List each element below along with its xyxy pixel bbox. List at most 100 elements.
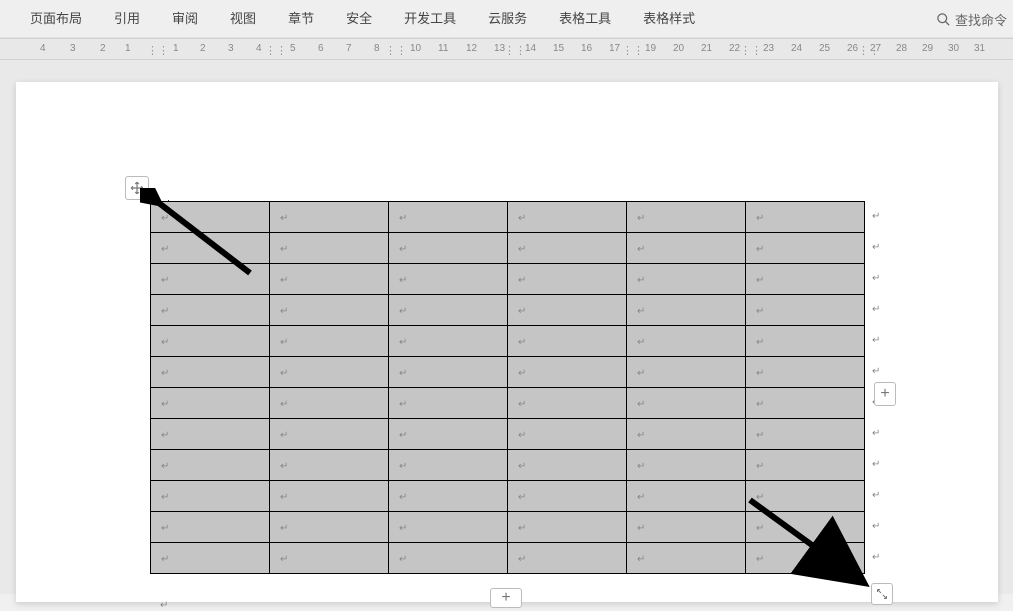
menu-item-6[interactable]: 开发工具 <box>388 0 472 38</box>
menu-item-1[interactable]: 引用 <box>98 0 156 38</box>
table-cell[interactable]: ↵ <box>746 450 865 481</box>
table-cell[interactable]: ↵ <box>627 202 746 233</box>
table-cell[interactable]: ↵ <box>508 326 627 357</box>
table-row[interactable]: ↵↵↵↵↵↵ <box>151 295 865 326</box>
table-cell[interactable]: ↵ <box>389 481 508 512</box>
table-cell[interactable]: ↵ <box>508 357 627 388</box>
table-cell[interactable]: ↵ <box>627 295 746 326</box>
table-cell[interactable]: ↵ <box>270 202 389 233</box>
table-row[interactable]: ↵↵↵↵↵↵ <box>151 264 865 295</box>
table-row[interactable]: ↵↵↵↵↵↵ <box>151 202 865 233</box>
table-row[interactable]: ↵↵↵↵↵↵ <box>151 326 865 357</box>
table-cell[interactable]: ↵ <box>746 543 865 574</box>
table-cell[interactable]: ↵ <box>508 295 627 326</box>
menu-item-7[interactable]: 云服务 <box>472 0 543 38</box>
table-cell[interactable]: ↵ <box>270 264 389 295</box>
table-cell[interactable]: ↵ <box>151 326 270 357</box>
table-cell[interactable]: ↵ <box>746 202 865 233</box>
table-resize-handle[interactable] <box>871 583 893 605</box>
table-cell[interactable]: ↵ <box>746 419 865 450</box>
table-cell[interactable]: ↵ <box>389 357 508 388</box>
table-cell[interactable]: ↵ <box>627 419 746 450</box>
menu-item-5[interactable]: 安全 <box>330 0 388 38</box>
table-cell[interactable]: ↵ <box>270 481 389 512</box>
table-cell[interactable]: ↵ <box>270 388 389 419</box>
table-cell[interactable]: ↵ <box>746 264 865 295</box>
table-cell[interactable]: ↵ <box>151 264 270 295</box>
table-cell[interactable]: ↵ <box>508 543 627 574</box>
table-cell[interactable]: ↵ <box>151 419 270 450</box>
table-cell[interactable]: ↵ <box>151 481 270 512</box>
table-cell[interactable]: ↵ <box>389 295 508 326</box>
table-cell[interactable]: ↵ <box>151 388 270 419</box>
horizontal-ruler[interactable]: 4321123456781011121314151617192021222324… <box>0 38 1013 60</box>
menu-item-9[interactable]: 表格样式 <box>627 0 711 38</box>
table-cell[interactable]: ↵ <box>746 481 865 512</box>
table-cell[interactable]: ↵ <box>151 357 270 388</box>
table-cell[interactable]: ↵ <box>627 543 746 574</box>
table-cell[interactable]: ↵ <box>389 419 508 450</box>
table-cell[interactable]: ↵ <box>627 357 746 388</box>
table-cell[interactable]: ↵ <box>389 264 508 295</box>
table-cell[interactable]: ↵ <box>746 512 865 543</box>
table-row[interactable]: ↵↵↵↵↵↵ <box>151 357 865 388</box>
table-cell[interactable]: ↵ <box>389 326 508 357</box>
table-cell[interactable]: ↵ <box>746 326 865 357</box>
table-row[interactable]: ↵↵↵↵↵↵ <box>151 233 865 264</box>
table-cell[interactable]: ↵ <box>151 202 270 233</box>
menu-item-2[interactable]: 审阅 <box>156 0 214 38</box>
table-row[interactable]: ↵↵↵↵↵↵ <box>151 481 865 512</box>
table-cell[interactable]: ↵ <box>270 543 389 574</box>
table-cell[interactable]: ↵ <box>627 264 746 295</box>
table-cell[interactable]: ↵ <box>151 543 270 574</box>
table-row[interactable]: ↵↵↵↵↵↵ <box>151 543 865 574</box>
table-cell[interactable]: ↵ <box>508 481 627 512</box>
table-row[interactable]: ↵↵↵↵↵↵ <box>151 512 865 543</box>
add-row-button[interactable]: + <box>874 382 896 406</box>
table-cell[interactable]: ↵ <box>389 450 508 481</box>
table-cell[interactable]: ↵ <box>270 512 389 543</box>
table-cell[interactable]: ↵ <box>270 357 389 388</box>
table-cell[interactable]: ↵ <box>627 326 746 357</box>
table-row[interactable]: ↵↵↵↵↵↵ <box>151 450 865 481</box>
table-cell[interactable]: ↵ <box>746 388 865 419</box>
table-cell[interactable]: ↵ <box>508 512 627 543</box>
table-cell[interactable]: ↵ <box>627 233 746 264</box>
table-cell[interactable]: ↵ <box>508 419 627 450</box>
table-cell[interactable]: ↵ <box>270 233 389 264</box>
document-table[interactable]: ↵↵↵↵↵↵↵↵↵↵↵↵↵↵↵↵↵↵↵↵↵↵↵↵↵↵↵↵↵↵↵↵↵↵↵↵↵↵↵↵… <box>150 201 865 574</box>
table-cell[interactable]: ↵ <box>270 295 389 326</box>
table-cell[interactable]: ↵ <box>151 295 270 326</box>
table-cell[interactable]: ↵ <box>627 512 746 543</box>
table-cell[interactable]: ↵ <box>389 543 508 574</box>
table-cell[interactable]: ↵ <box>508 388 627 419</box>
add-column-button[interactable]: + <box>490 588 522 608</box>
table-cell[interactable]: ↵ <box>389 202 508 233</box>
table-cell[interactable]: ↵ <box>389 233 508 264</box>
table-move-handle[interactable] <box>125 176 149 200</box>
table-cell[interactable]: ↵ <box>389 388 508 419</box>
table-cell[interactable]: ↵ <box>508 202 627 233</box>
table-cell[interactable]: ↵ <box>151 512 270 543</box>
table-cell[interactable]: ↵ <box>746 233 865 264</box>
table-cell[interactable]: ↵ <box>508 264 627 295</box>
table-row[interactable]: ↵↵↵↵↵↵ <box>151 419 865 450</box>
menu-item-4[interactable]: 章节 <box>272 0 330 38</box>
table-cell[interactable]: ↵ <box>627 450 746 481</box>
menu-item-0[interactable]: 页面布局 <box>14 0 98 38</box>
search-command[interactable]: 查找命令 <box>936 0 1007 38</box>
menu-item-3[interactable]: 视图 <box>214 0 272 38</box>
table-cell[interactable]: ↵ <box>746 357 865 388</box>
table-cell[interactable]: ↵ <box>508 450 627 481</box>
table-row[interactable]: ↵↵↵↵↵↵ <box>151 388 865 419</box>
table-cell[interactable]: ↵ <box>270 326 389 357</box>
table-cell[interactable]: ↵ <box>270 419 389 450</box>
table-cell[interactable]: ↵ <box>508 233 627 264</box>
table-cell[interactable]: ↵ <box>746 295 865 326</box>
table-cell[interactable]: ↵ <box>627 388 746 419</box>
table-cell[interactable]: ↵ <box>151 233 270 264</box>
table-cell[interactable]: ↵ <box>151 450 270 481</box>
table-cell[interactable]: ↵ <box>627 481 746 512</box>
menu-item-8[interactable]: 表格工具 <box>543 0 627 38</box>
table-cell[interactable]: ↵ <box>389 512 508 543</box>
